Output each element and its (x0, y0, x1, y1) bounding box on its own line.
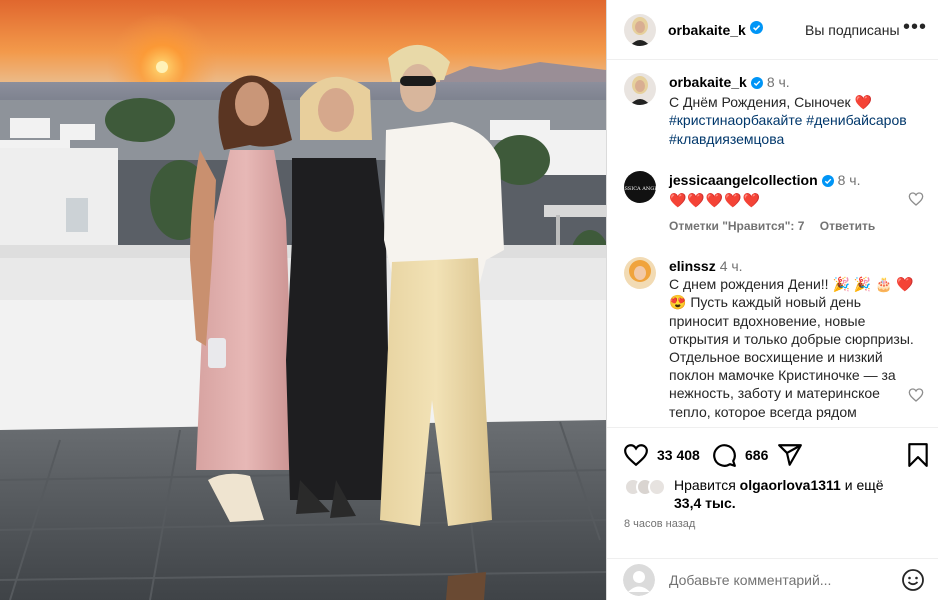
hashtag-link[interactable]: #денибайсаров (806, 112, 906, 128)
comment-text: ❤️❤️❤️❤️❤️ (669, 192, 762, 209)
verified-icon (821, 173, 834, 191)
share-button[interactable] (777, 442, 803, 468)
likes-count: 33 408 (657, 447, 700, 463)
comment-button[interactable]: 686 (711, 442, 768, 468)
comment-text: С днем рождения Дени!! 🎉 🎉 🎂 ❤️ 😍 Пусть … (669, 276, 914, 420)
like-comment-icon[interactable] (908, 191, 924, 212)
more-options-icon[interactable]: ••• (903, 16, 927, 39)
liked-by-others[interactable]: 33,4 тыс. (674, 495, 736, 511)
post-photo-image (0, 0, 606, 600)
post-timestamp[interactable]: 8 часов назад (624, 518, 695, 530)
liked-by-avatars[interactable] (624, 478, 670, 496)
post-photo[interactable] (0, 0, 606, 600)
commenter-avatar[interactable] (624, 257, 656, 289)
liked-by-prefix: Нравится (674, 477, 740, 493)
reply-button[interactable]: Ответить (820, 219, 875, 233)
comment-item: JESSICA ANGEL jessicaangelcollection 8 ч.… (624, 171, 924, 241)
caption-time[interactable]: 8 ч. (767, 74, 790, 90)
svg-text:JESSICA ANGEL: JESSICA ANGEL (624, 186, 656, 192)
comment-username[interactable]: elinssz (669, 258, 716, 274)
post-actions-bar: 33 408 686 (607, 427, 938, 479)
like-comment-icon[interactable] (908, 387, 924, 408)
bookmark-icon (907, 442, 929, 468)
emoji-icon[interactable] (901, 568, 925, 597)
hashtag-link[interactable]: #клавдияземцова (669, 131, 784, 147)
share-icon (777, 442, 803, 468)
liked-by-middle: и ещё (840, 477, 884, 493)
caption-emoji: ❤️ (854, 94, 873, 111)
comment-box (607, 558, 938, 600)
verified-icon (749, 20, 763, 39)
comments-count: 686 (745, 447, 769, 463)
verified-icon (750, 75, 763, 93)
author-username[interactable]: orbakaite_k (668, 22, 746, 38)
caption-avatar[interactable] (624, 73, 656, 105)
heart-icon (623, 442, 649, 468)
comment-input[interactable] (669, 570, 889, 590)
save-button[interactable] (907, 442, 929, 468)
comment-time[interactable]: 4 ч. (720, 258, 743, 274)
comment-likes-count[interactable]: Отметки "Нравится": 7 (669, 219, 804, 233)
comment-username[interactable]: jessicaangelcollection (669, 172, 818, 188)
caption-username[interactable]: orbakaite_k (669, 74, 747, 90)
comment-time[interactable]: 8 ч. (838, 172, 861, 188)
like-button[interactable]: 33 408 (623, 442, 700, 468)
comment-icon (711, 442, 737, 468)
post-side-panel: orbakaite_k Вы подписаны ••• orbakaite_k… (606, 0, 938, 600)
comment-item: elinssz 4 ч. С днем рождения Дени!! 🎉 🎉 🎂… (624, 257, 924, 427)
caption: orbakaite_k 8 ч. С Днём Рождения, Сыночек… (624, 73, 924, 151)
follow-status-button[interactable]: Вы подписаны (805, 22, 900, 38)
comments-list[interactable]: orbakaite_k 8 ч. С Днём Рождения, Сыночек… (607, 61, 938, 427)
caption-text: С Днём Рождения, Сыночек (669, 94, 851, 111)
commenter-avatar[interactable]: JESSICA ANGEL (624, 171, 656, 203)
author-avatar[interactable] (624, 13, 656, 46)
user-avatar-icon (623, 564, 655, 596)
hashtag-link[interactable]: #кристинаорбакайте (669, 112, 802, 128)
post-header: orbakaite_k Вы подписаны ••• (607, 0, 938, 60)
liked-by-username[interactable]: olgaorlova1311 (740, 477, 841, 493)
